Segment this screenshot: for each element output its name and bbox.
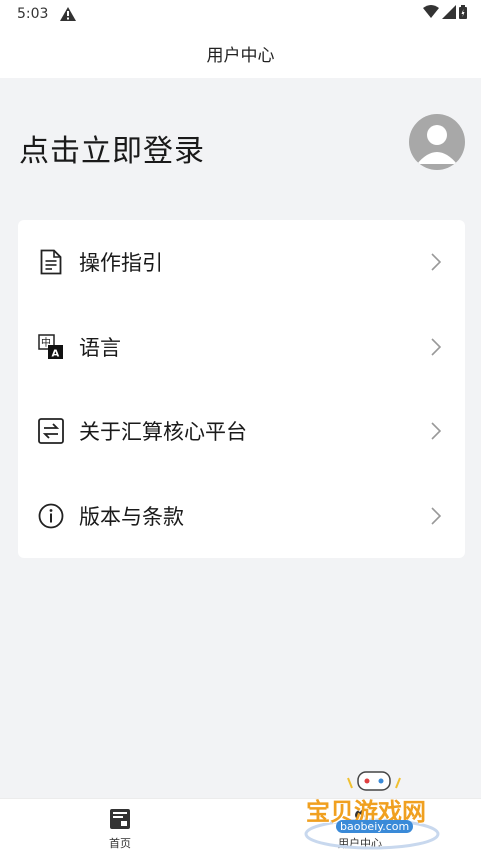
menu-item-label: 语言	[79, 336, 121, 360]
translate-icon: 中 A	[38, 334, 64, 360]
status-bar: 5:03	[0, 0, 481, 28]
nav-user-center[interactable]: 用户中心	[240, 799, 480, 855]
avatar[interactable]	[409, 114, 465, 170]
menu-item-label: 操作指引	[79, 251, 163, 275]
warning-icon	[60, 7, 76, 21]
login-prompt[interactable]: 点击立即登录	[19, 126, 205, 170]
menu-item-guide[interactable]: 操作指引	[18, 220, 465, 304]
info-icon	[38, 503, 64, 529]
chevron-right-icon	[431, 507, 441, 525]
status-time: 5:03	[17, 6, 49, 22]
menu-item-language[interactable]: 中 A 语言	[18, 305, 465, 389]
menu-item-about[interactable]: 关于汇算核心平台	[18, 389, 465, 473]
menu-card: 操作指引 中 A 语言 关于汇算核心平台 版本与条款	[18, 220, 465, 558]
bottom-nav: 首页 用户中心	[0, 798, 481, 855]
chevron-right-icon	[431, 422, 441, 440]
user-icon	[351, 810, 369, 829]
title-bar: 用户中心	[0, 28, 481, 78]
nav-home[interactable]: 首页	[0, 799, 240, 855]
nav-label: 首页	[109, 837, 131, 850]
status-icons	[423, 5, 467, 19]
chevron-right-icon	[431, 253, 441, 271]
battery-icon	[459, 5, 467, 19]
wifi-icon	[423, 5, 439, 18]
svg-text:A: A	[52, 349, 60, 360]
nav-label: 用户中心	[338, 837, 382, 850]
menu-item-version-terms[interactable]: 版本与条款	[18, 474, 465, 558]
document-icon	[38, 249, 64, 275]
chevron-right-icon	[431, 338, 441, 356]
user-avatar-icon	[417, 125, 457, 164]
menu-item-label: 版本与条款	[79, 505, 184, 529]
swap-icon	[38, 418, 64, 444]
page-title: 用户中心	[206, 45, 275, 66]
menu-item-label: 关于汇算核心平台	[79, 420, 247, 444]
home-icon	[110, 809, 130, 829]
signal-icon	[442, 5, 456, 19]
